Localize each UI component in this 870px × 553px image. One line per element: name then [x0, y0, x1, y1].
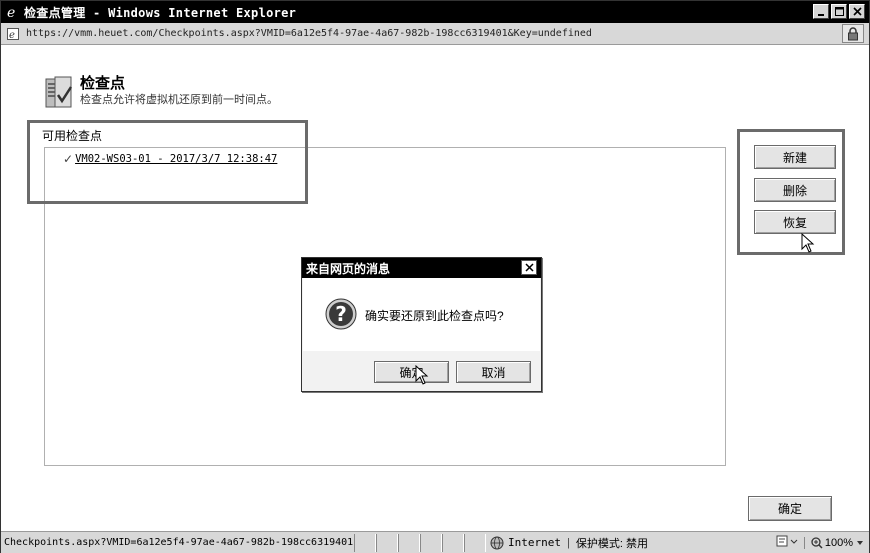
svg-text:e: e	[9, 30, 15, 40]
security-zone[interactable]: Internet | 保护模式: 禁用	[490, 535, 648, 551]
new-button[interactable]: 新建	[754, 145, 836, 169]
dialog-title: 来自网页的消息	[306, 261, 391, 276]
maximize-icon	[834, 7, 844, 16]
svg-text:?: ?	[335, 302, 347, 326]
status-bar: Checkpoints.aspx?VMID=6a12e5f4-97ae-4a67…	[1, 531, 869, 553]
chevron-down-icon	[857, 540, 863, 545]
separator: |	[566, 536, 570, 549]
zoom-level: 100%	[824, 536, 853, 549]
status-segment	[398, 533, 420, 552]
maximize-button[interactable]	[831, 4, 847, 19]
delete-button[interactable]: 删除	[754, 178, 836, 202]
page-subtitle: 检查点允许将虚拟机还原到前一时间点。	[80, 94, 278, 106]
address-url[interactable]: https://vmm.heuet.com/Checkpoints.aspx?V…	[26, 28, 592, 39]
ok-button[interactable]: 确定	[748, 496, 832, 521]
ie-logo-icon: e	[5, 4, 21, 20]
dialog-message: 确实要还原到此检查点吗?	[365, 309, 504, 323]
status-segment	[464, 533, 486, 552]
lock-button[interactable]	[842, 24, 864, 43]
zoom-control[interactable]: 100%	[803, 536, 865, 549]
lock-icon	[848, 26, 858, 40]
globe-icon	[490, 536, 504, 549]
zone-label: Internet	[508, 536, 561, 549]
window-title: 检查点管理 - Windows Internet Explorer	[24, 5, 297, 20]
dialog-close-button[interactable]	[521, 260, 537, 275]
status-right: 100%	[776, 534, 865, 551]
status-segment	[442, 533, 464, 552]
zoom-icon	[811, 536, 823, 549]
page-header: 检查点 检查点允许将虚拟机还原到前一时间点。	[45, 75, 278, 111]
highlight-box-checkpoints	[27, 120, 308, 204]
popup-blocker-icon[interactable]	[776, 534, 798, 551]
status-segment	[376, 533, 398, 552]
dialog-title-bar: 来自网页的消息	[302, 258, 541, 278]
title-bar: e 检查点管理 - Windows Internet Explorer	[1, 1, 869, 23]
page-title: 检查点	[80, 75, 126, 92]
restore-button[interactable]: 恢复	[754, 210, 836, 234]
page-icon: e	[6, 27, 20, 41]
browser-window: e 检查点管理 - Windows Internet Explorer e ht…	[0, 0, 870, 553]
status-url: Checkpoints.aspx?VMID=6a12e5f4-97ae-4a67…	[4, 537, 354, 548]
dialog-body: ? 确实要还原到此检查点吗?	[303, 278, 540, 351]
minimize-button[interactable]	[813, 4, 829, 19]
dialog-ok-button[interactable]: 确定	[374, 361, 449, 383]
minimize-icon	[818, 13, 824, 16]
status-segment	[354, 533, 376, 552]
close-button[interactable]	[849, 4, 865, 19]
dialog-cancel-button[interactable]: 取消	[456, 361, 531, 383]
question-icon: ?	[325, 298, 357, 330]
svg-text:e: e	[7, 5, 15, 19]
address-bar: e https://vmm.heuet.com/Checkpoints.aspx…	[1, 23, 869, 45]
window-controls	[813, 4, 865, 19]
close-icon	[852, 7, 862, 16]
close-icon	[524, 263, 534, 272]
server-checkpoint-icon	[45, 75, 75, 111]
protected-mode-label: 保护模式: 禁用	[575, 537, 648, 550]
status-segment	[420, 533, 442, 552]
message-dialog: 来自网页的消息 ? 确实要还原到此检查点吗? 确定 取消	[301, 257, 542, 392]
header-texts: 检查点 检查点允许将虚拟机还原到前一时间点。	[80, 75, 278, 111]
